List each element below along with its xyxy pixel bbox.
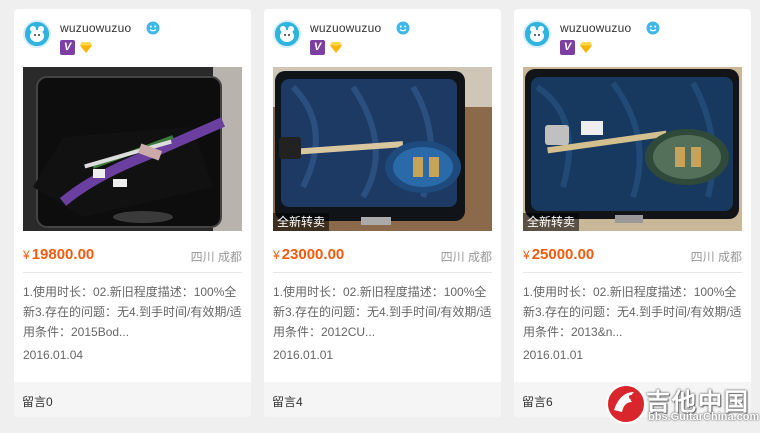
v-badge-icon: V: [560, 40, 575, 55]
location: 四川 成都: [190, 250, 242, 264]
divider: [273, 272, 492, 273]
smile-icon: [396, 21, 410, 35]
price: ¥25000.00: [523, 246, 594, 263]
new-resale-tag: 全新转卖: [273, 213, 330, 231]
location: 四川 成都: [690, 250, 742, 264]
username[interactable]: wuzuowuzuo: [560, 21, 631, 35]
comments-link[interactable]: 留言4: [272, 393, 303, 410]
listing-date: 2016.01.04: [23, 348, 84, 362]
price-value: 23000.00: [281, 246, 345, 263]
location: 四川 成都: [440, 250, 492, 264]
listing-description[interactable]: 1.使用时长：02.新旧程度描述：100%全新3.存在的问题：无4.到手时间/有…: [273, 282, 495, 342]
username[interactable]: wuzuowuzuo: [60, 21, 131, 35]
smile-icon: [646, 21, 660, 35]
comments-link[interactable]: 留言0: [22, 393, 53, 410]
divider: [23, 272, 242, 273]
guitar-photo[interactable]: 全新转卖: [523, 67, 742, 231]
currency-symbol: ¥: [23, 248, 30, 262]
guitar-photo[interactable]: 全新转卖: [273, 67, 492, 231]
diamond-icon: [330, 42, 342, 53]
guitar-photo[interactable]: [23, 67, 242, 231]
comments-link[interactable]: 留言6: [522, 393, 553, 410]
v-badge-icon: V: [310, 40, 325, 55]
user-row: wuzuowuzuo V: [273, 20, 493, 60]
price-value: 19800.00: [31, 246, 95, 263]
smile-icon: [146, 21, 160, 35]
price: ¥19800.00: [23, 246, 94, 263]
guitarchina-logo-icon: [606, 384, 646, 424]
site-watermark: 吉他中国 bbs.GuitarChina.com: [604, 378, 760, 430]
avatar-icon[interactable]: [523, 20, 551, 48]
currency-symbol: ¥: [523, 248, 530, 262]
listing-card[interactable]: wuzuowuzuo V ¥19800.00 四川 成都 1.使用时长：02.新…: [14, 9, 251, 417]
user-row: wuzuowuzuo V: [23, 20, 243, 60]
listing-card[interactable]: wuzuowuzuo V 全新转卖 ¥25000.00 四川 成都 1.使用时长…: [514, 9, 751, 417]
avatar-icon[interactable]: [23, 20, 51, 48]
listing-date: 2016.01.01: [273, 348, 334, 362]
v-badge-icon: V: [60, 40, 75, 55]
username[interactable]: wuzuowuzuo: [310, 21, 381, 35]
listing-description[interactable]: 1.使用时长：02.新旧程度描述：100%全新3.存在的问题：无4.到手时间/有…: [23, 282, 245, 342]
listing-description[interactable]: 1.使用时长：02.新旧程度描述：100%全新3.存在的问题：无4.到手时间/有…: [523, 282, 745, 342]
price: ¥23000.00: [273, 246, 344, 263]
user-row: wuzuowuzuo V: [523, 20, 743, 60]
watermark-url: bbs.GuitarChina.com: [648, 411, 760, 423]
diamond-icon: [580, 42, 592, 53]
listing-date: 2016.01.01: [523, 348, 584, 362]
card-footer: 留言0: [14, 382, 251, 417]
avatar-icon[interactable]: [273, 20, 301, 48]
price-value: 25000.00: [531, 246, 595, 263]
divider: [523, 272, 742, 273]
diamond-icon: [80, 42, 92, 53]
currency-symbol: ¥: [273, 248, 280, 262]
card-footer: 留言4: [264, 382, 501, 417]
listing-card[interactable]: wuzuowuzuo V 全新转卖 ¥23000.00 四川 成都 1.使用时长…: [264, 9, 501, 417]
new-resale-tag: 全新转卖: [523, 213, 580, 231]
